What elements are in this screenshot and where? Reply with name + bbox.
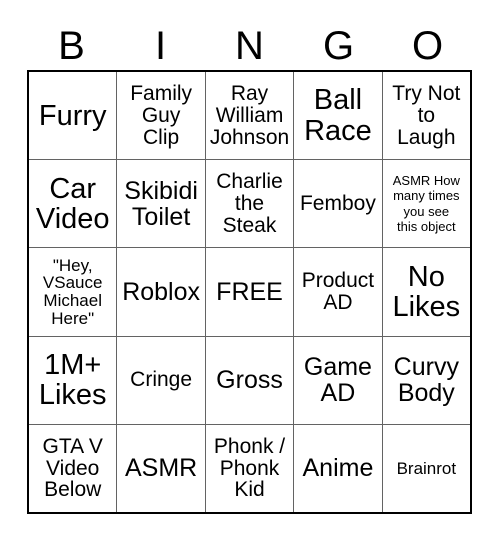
bingo-cell-label: ASMR How many times you see this object [392,173,460,235]
bingo-cell[interactable]: Game AD [294,336,383,424]
bingo-cell[interactable]: Curvy Body [383,337,470,424]
bingo-row: Car Video Skibidi Toilet Charlie the Ste… [29,160,470,249]
bingo-row: Furry Family Guy Clip Ray William Johnso… [29,72,470,161]
bingo-cell[interactable]: Ball Race [294,72,383,160]
bingo-cell-label: No Likes [392,260,461,323]
bingo-cell-label: Ball Race [304,84,372,147]
bingo-cell-label: Furry [38,99,107,132]
bingo-cell[interactable]: Charlie the Steak [206,160,295,248]
bingo-cell[interactable]: Product AD [294,248,383,336]
bingo-card: B I N G O Furry Family Guy Clip Ray Will… [0,0,500,544]
bingo-cell-label: Brainrot [396,458,457,478]
bingo-cell[interactable]: Ray William Johnson [206,72,295,160]
bingo-cell-label: "Hey, VSauce Michael Here" [42,255,103,328]
bingo-cell[interactable]: Roblox [117,248,206,336]
bingo-cell[interactable]: Anime [294,424,383,513]
bingo-header-letter-n: N [235,24,264,68]
bingo-cell-label: 1M+ Likes [38,349,107,412]
bingo-cell[interactable]: Gross [206,336,295,424]
bingo-cell-label: Product AD [301,269,375,314]
bingo-cell-label: Curvy Body [393,353,459,408]
bingo-cell-label: Charlie the Steak [216,170,283,237]
bingo-cell[interactable]: Skibidi Toilet [117,160,206,248]
bingo-row: "Hey, VSauce Michael Here" Roblox FREE P… [29,248,470,337]
bingo-cell-label: Femboy [299,191,376,215]
bingo-header-letter-g: G [322,24,355,68]
bingo-cell[interactable]: Try Not to Laugh [383,72,470,159]
bingo-cell-label: Roblox [122,278,201,306]
bingo-cell[interactable]: Phonk / Phonk Kid [206,424,295,513]
bingo-row: 1M+ Likes Cringe Gross Game AD Curvy Bod… [29,336,470,425]
bingo-cell-label: FREE [216,278,283,306]
bingo-cell-label: Cringe [130,368,193,392]
bingo-header-row: B I N G O [27,22,472,70]
bingo-cell-label: Ray William Johnson [209,81,290,149]
bingo-cell-label: Game AD [303,353,372,408]
bingo-cell-label: Anime [302,454,374,483]
bingo-header-letter-i: I [154,24,167,68]
bingo-cell-label: Phonk / Phonk Kid [213,434,286,502]
bingo-cell[interactable]: Femboy [294,160,383,248]
bingo-cell[interactable]: Furry [29,72,118,160]
bingo-cell[interactable]: Brainrot [383,425,470,512]
bingo-grid: Furry Family Guy Clip Ray William Johnso… [27,70,472,514]
bingo-cell[interactable]: ASMR [117,424,206,513]
bingo-cell-label: ASMR [124,454,198,483]
bingo-cell-label: GTA V Video Below [42,434,103,502]
bingo-cell-label: Car Video [35,172,110,235]
bingo-cell[interactable]: Cringe [117,336,206,424]
bingo-cell[interactable]: 1M+ Likes [29,336,118,424]
bingo-cell[interactable]: GTA V Video Below [29,424,118,513]
bingo-cell-free[interactable]: FREE [206,248,295,336]
bingo-header-letter-o: O [411,24,444,68]
bingo-cell[interactable]: Car Video [29,160,118,248]
bingo-cell-label: Try Not to Laugh [392,81,461,149]
bingo-cell-label: Gross [216,366,283,395]
bingo-header-letter-b: B [58,24,85,68]
bingo-cell[interactable]: "Hey, VSauce Michael Here" [29,248,118,336]
bingo-cell-label: Skibidi Toilet [124,176,198,231]
bingo-row: GTA V Video Below ASMR Phonk / Phonk Kid… [29,424,470,513]
bingo-cell[interactable]: No Likes [383,248,470,335]
bingo-cell[interactable]: ASMR How many times you see this object [383,160,470,247]
bingo-cell-label: Family Guy Clip [130,81,193,149]
bingo-cell[interactable]: Family Guy Clip [117,72,206,160]
